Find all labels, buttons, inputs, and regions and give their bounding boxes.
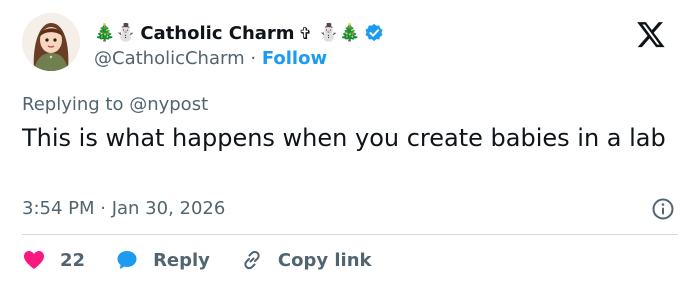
divider xyxy=(22,234,678,235)
action-bar: 22 Reply Copy link xyxy=(22,246,402,274)
heart-icon xyxy=(24,251,44,269)
info-icon[interactable] xyxy=(651,197,675,221)
author-handle-row: @CatholicCharm · Follow xyxy=(94,48,327,69)
copy-link-label: Copy link xyxy=(277,249,372,271)
name-emoji-right: ⛄🎄 xyxy=(317,22,361,43)
author-handle[interactable]: @CatholicCharm xyxy=(94,48,245,69)
replying-to: Replying to @nypost xyxy=(22,94,209,115)
name-emoji-left: 🎄⛄ xyxy=(94,22,137,43)
like-button[interactable]: 22 xyxy=(22,248,85,272)
link-icon xyxy=(244,250,260,270)
author-name-row[interactable]: 🎄⛄ Catholic Charm ✞ ⛄🎄 xyxy=(94,19,384,47)
tweet-text: This is what happens when you create bab… xyxy=(22,124,666,152)
reply-label: Reply xyxy=(153,249,210,271)
speech-bubble-icon xyxy=(117,251,137,269)
x-logo-icon[interactable] xyxy=(636,19,666,49)
cross-symbol: ✞ xyxy=(298,23,312,43)
reply-button[interactable]: Reply xyxy=(115,248,210,272)
avatar[interactable] xyxy=(22,13,80,71)
tweet-timestamp[interactable]: 3:54 PM · Jan 30, 2026 xyxy=(22,198,225,219)
author-display-name[interactable]: Catholic Charm xyxy=(140,23,294,44)
copy-link-button[interactable]: Copy link xyxy=(240,248,372,272)
tweet-card: 🎄⛄ Catholic Charm ✞ ⛄🎄 @CatholicCharm · … xyxy=(0,0,700,287)
like-count: 22 xyxy=(60,249,86,271)
handle-separator: · xyxy=(250,48,257,69)
follow-button[interactable]: Follow xyxy=(262,48,327,69)
verified-badge-icon xyxy=(365,23,383,42)
avatar-illustration xyxy=(22,13,80,71)
